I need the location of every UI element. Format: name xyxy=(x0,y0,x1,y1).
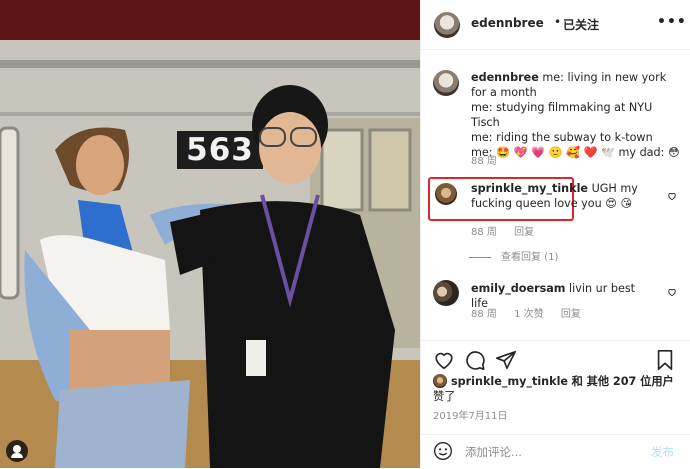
add-comment-bar: 添加评论... 发布 xyxy=(421,434,690,469)
likes-summary: sprinkle_my_tinkle 和 其他 207 位用户 赞了 xyxy=(433,374,674,404)
add-comment-input[interactable]: 添加评论... xyxy=(465,444,522,460)
caption-meta: 88 周 xyxy=(471,152,511,167)
avatar[interactable] xyxy=(433,374,447,388)
reply-button[interactable]: 回复 xyxy=(561,309,581,320)
comment-meta: 88 周 1 次赞 回复 xyxy=(471,305,595,320)
post-actions: sprinkle_my_tinkle 和 其他 207 位用户 赞了 2019年… xyxy=(421,340,690,435)
post-date[interactable]: 2019年7月11日 xyxy=(433,407,508,422)
likes-first-user[interactable]: sprinkle_my_tinkle xyxy=(451,375,568,388)
post-side-panel: edennbree • 已关注 ••• edennbree me: living… xyxy=(420,0,690,468)
caption-text: me: living in new york for a month me: s… xyxy=(471,71,680,159)
heart-icon[interactable] xyxy=(433,349,455,371)
comment-time[interactable]: 88 周 xyxy=(471,309,497,320)
train-number: 563 xyxy=(186,132,254,168)
caption-username[interactable]: edennbree xyxy=(471,71,539,84)
likes-rest[interactable]: 和 其他 207 位用户 xyxy=(572,375,674,388)
caption: edennbree me: living in new york for a m… xyxy=(471,70,681,160)
avatar[interactable] xyxy=(435,183,457,205)
bookmark-icon[interactable] xyxy=(654,349,676,371)
comments-section: edennbree me: living in new york for a m… xyxy=(421,50,690,340)
follow-status-button[interactable]: 已关注 xyxy=(563,16,599,33)
comment-username[interactable]: sprinkle_my_tinkle xyxy=(471,182,588,195)
separator-dot: • xyxy=(554,15,562,29)
comment-like-heart-icon[interactable] xyxy=(667,191,677,201)
post-header: edennbree • 已关注 ••• xyxy=(421,0,690,50)
author-username[interactable]: edennbree xyxy=(471,16,544,30)
avatar[interactable] xyxy=(433,280,459,306)
post-photo[interactable]: 563 xyxy=(0,0,420,468)
caption-time[interactable]: 88 周 xyxy=(471,156,497,167)
comment-icon[interactable] xyxy=(464,349,486,371)
user-tag-icon[interactable] xyxy=(6,440,28,462)
more-options-icon[interactable]: ••• xyxy=(657,14,687,30)
comment-like-heart-icon[interactable] xyxy=(667,287,677,297)
instagram-post-view: 563 edennbree • 已关注 ••• edennbree me: li… xyxy=(0,0,690,468)
comment-item: sprinkle_my_tinkle UGH my fucking queen … xyxy=(471,181,647,211)
smiley-icon[interactable] xyxy=(433,441,453,461)
avatar[interactable] xyxy=(433,70,459,96)
likes-suffix: 赞了 xyxy=(433,390,456,403)
comment-time[interactable]: 88 周 xyxy=(471,227,497,238)
avatar[interactable] xyxy=(434,12,460,38)
comment-likes[interactable]: 1 次赞 xyxy=(514,309,544,320)
comment-username[interactable]: emily_doersam xyxy=(471,282,565,295)
comment-meta: 88 周 回复 xyxy=(471,223,548,238)
post-comment-button[interactable]: 发布 xyxy=(651,444,674,460)
subway-photo-illustration xyxy=(0,0,420,468)
share-icon[interactable] xyxy=(495,349,517,371)
view-replies-button[interactable]: 查看回复 (1) xyxy=(469,248,558,263)
reply-button[interactable]: 回复 xyxy=(514,227,534,238)
